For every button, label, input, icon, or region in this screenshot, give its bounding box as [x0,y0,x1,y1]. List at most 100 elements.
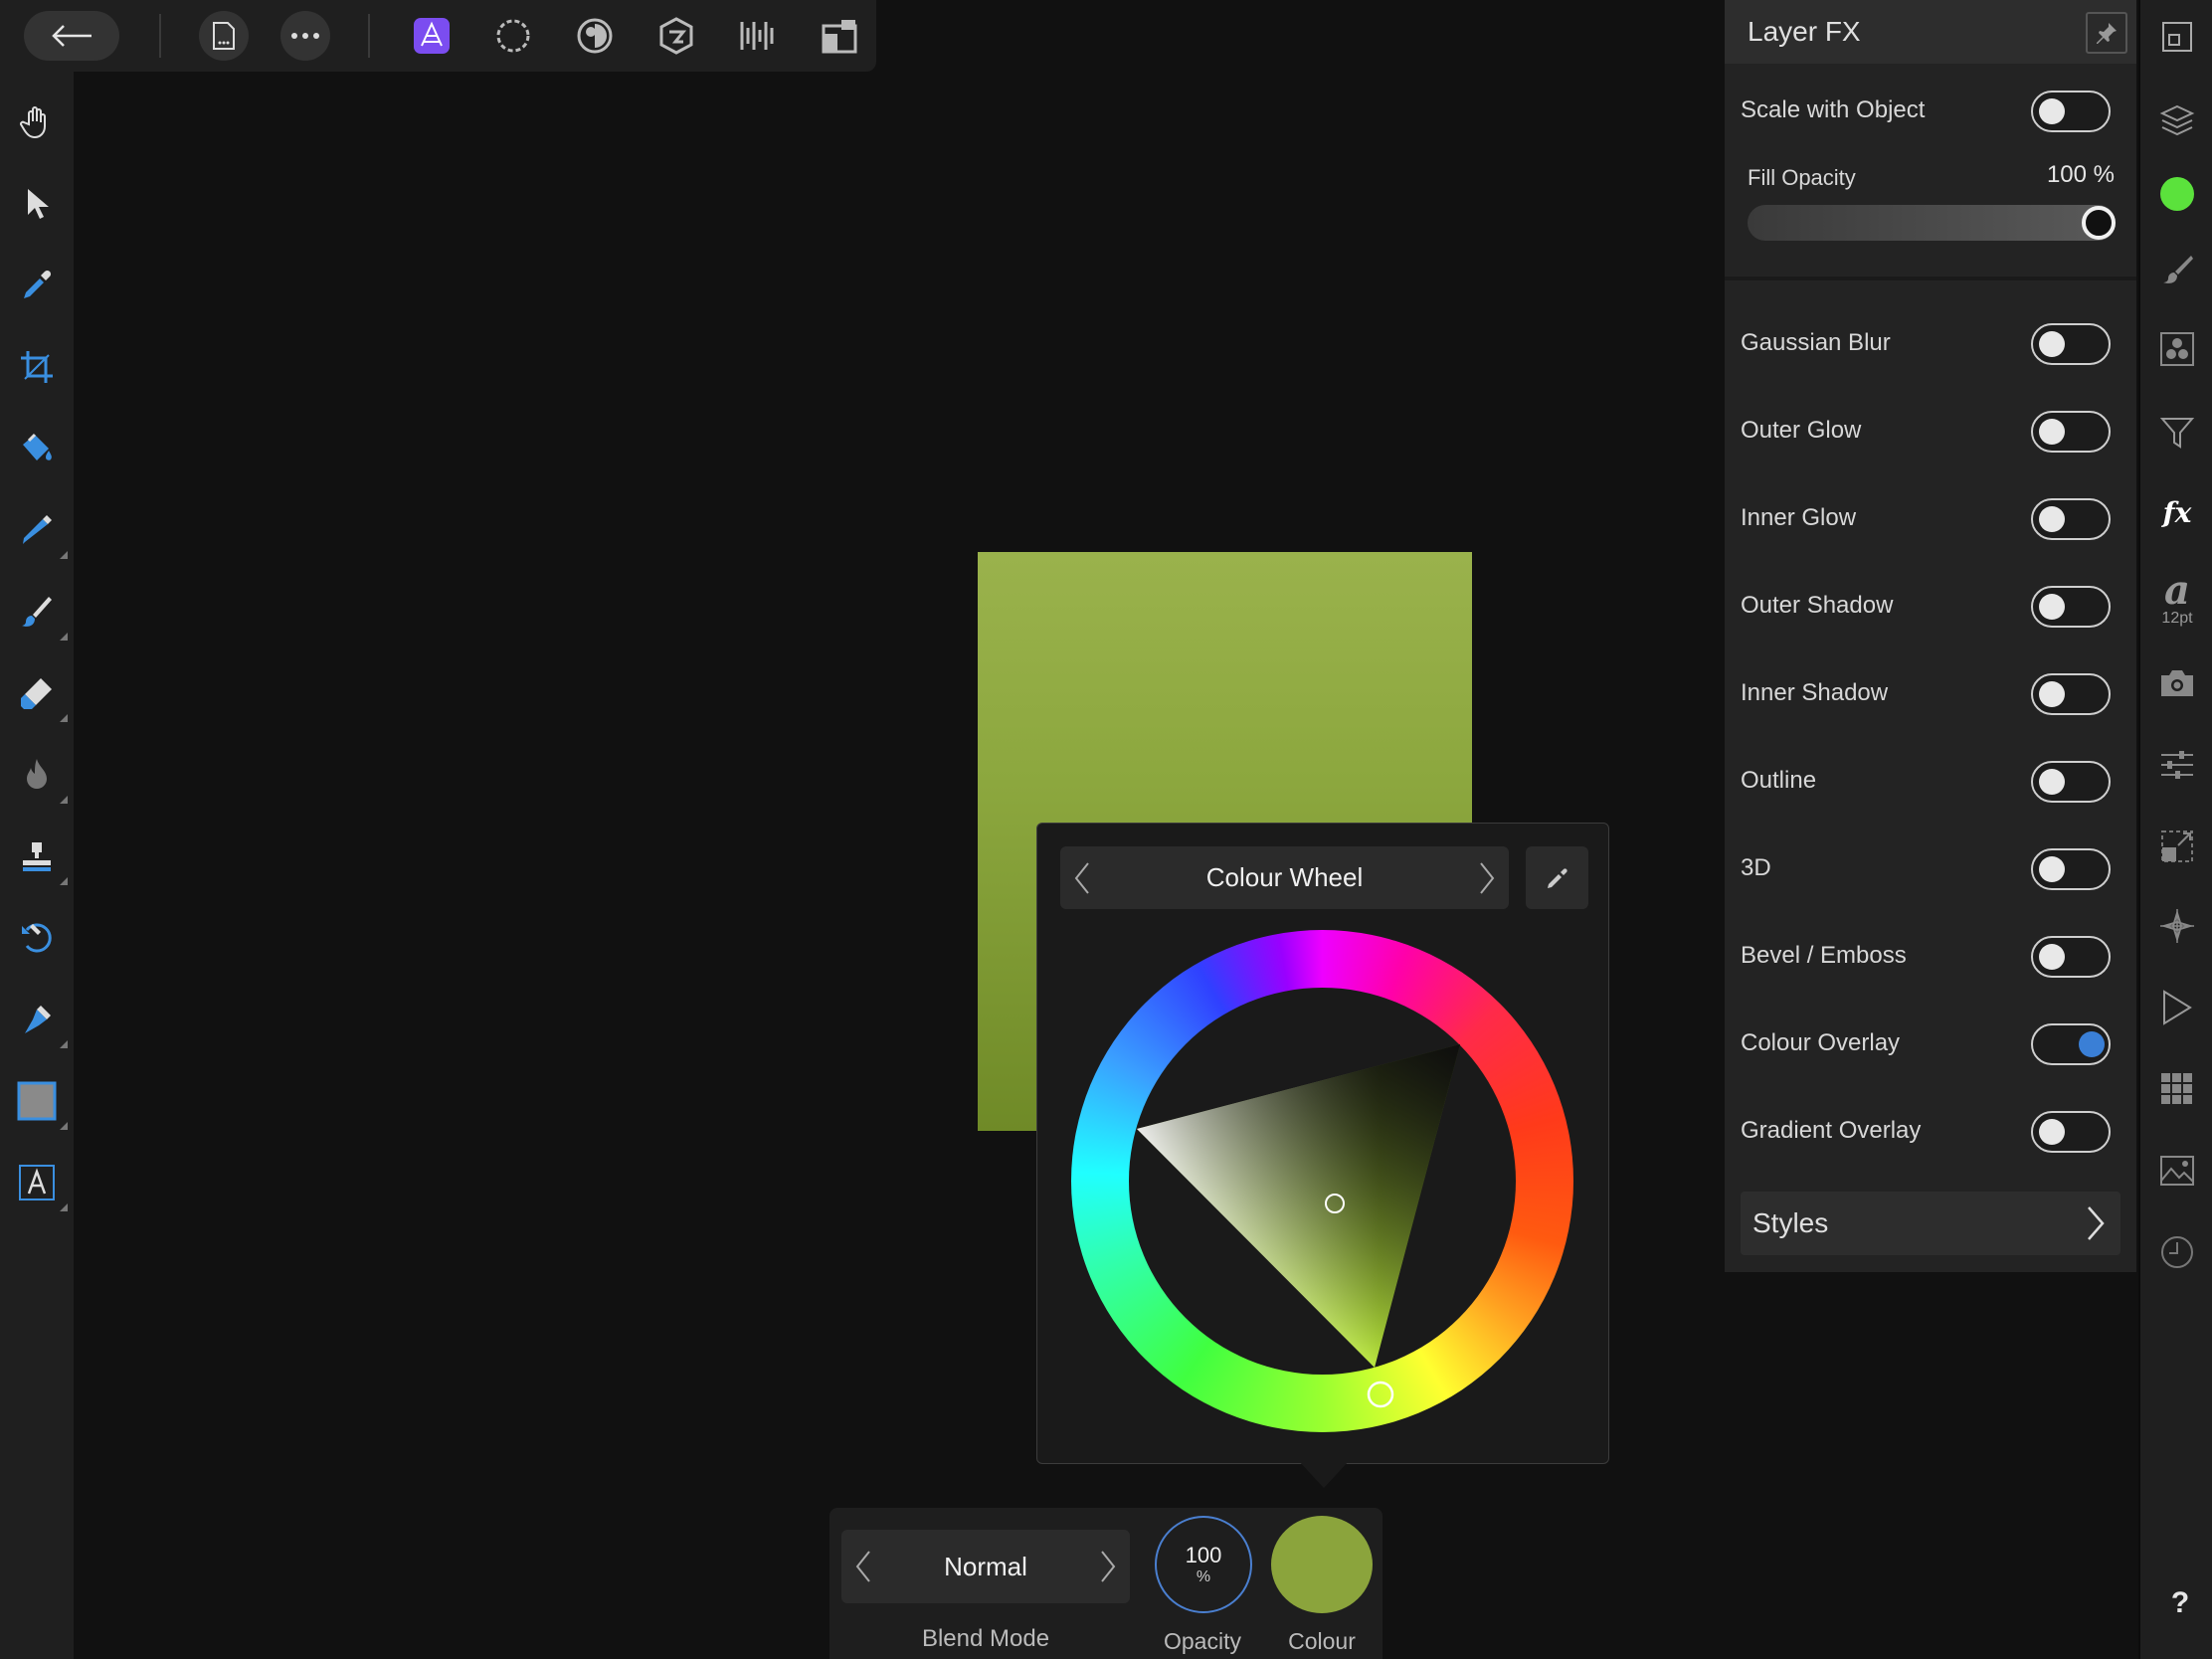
styles-label: Styles [1752,1207,1829,1238]
flood-fill-tool[interactable] [12,424,62,473]
undo-brush-tool[interactable] [12,913,62,963]
text-style-button[interactable]: a 12pt [2152,565,2202,635]
layers-button[interactable] [2152,95,2202,145]
history-button[interactable] [2152,1227,2202,1277]
colour-swatch-button[interactable] [1271,1516,1373,1613]
blend-mode-selector[interactable]: Normal [841,1530,1130,1603]
colour-picker-button[interactable] [1526,846,1588,909]
camera-icon [2161,670,2193,696]
inner-glow-toggle[interactable] [2031,498,2111,540]
fill-opacity-slider-handle[interactable] [2082,206,2116,240]
fx-icon: fx [2162,495,2192,529]
liquify-persona-button[interactable] [489,12,537,60]
adjustments-button[interactable] [2152,740,2202,790]
stock-button[interactable] [2152,1146,2202,1196]
tool-flyout-indicator [60,714,68,722]
selection-brush-tool[interactable] [12,505,68,559]
more-button[interactable] [280,11,330,61]
filter-button[interactable] [2152,408,2202,458]
rectangle-tool[interactable] [12,1076,68,1130]
text-tool[interactable] [12,1158,68,1211]
undo-brush-tool-icon [22,923,52,953]
navigator-button[interactable] [2152,12,2202,62]
liquify-persona-icon [496,19,530,53]
toggle-knob [2079,1031,2105,1057]
burn-brush-tool[interactable] [12,750,68,804]
text-style-icon: a [2164,567,2190,614]
saturation-value-triangle[interactable] [1071,930,1573,1432]
move-tool-icon [28,189,49,219]
snapping-button[interactable] [2152,901,2202,951]
layers-icon [2159,104,2195,136]
colour-mode-selector[interactable]: Colour Wheel [1060,846,1509,909]
adjustments-icon [2161,751,2193,779]
toggle-knob [2039,856,2065,882]
navigator-icon [2162,22,2192,52]
scale-with-object-toggle[interactable] [2031,91,2111,132]
bevel-emboss-label: Bevel / Emboss [1741,942,1907,969]
brushes-icon [2163,256,2193,283]
crop-tool[interactable] [12,342,62,392]
erase-brush-tool[interactable] [12,668,68,722]
gaussian-blur-toggle[interactable] [2031,323,2111,365]
styles-button[interactable]: Styles [1741,1192,2120,1255]
paint-brush-tool[interactable] [12,587,68,641]
export-persona-button[interactable] [734,12,782,60]
gradient-overlay-toggle[interactable] [2031,1111,2111,1153]
back-button[interactable] [24,11,119,61]
hand-tool[interactable] [12,97,62,147]
text-tool-icon [19,1165,55,1200]
outer-shadow-toggle[interactable] [2031,586,2111,628]
colour-button[interactable] [2152,169,2202,219]
document-button[interactable] [199,11,249,61]
layer-fx-button[interactable]: fx [2152,487,2202,537]
clone-brush-tool[interactable] [12,831,68,885]
transform-icon [2161,830,2193,862]
develop-persona-button[interactable] [571,12,619,60]
paint-brush-tool-icon [22,597,52,627]
macro-button[interactable] [2152,983,2202,1032]
bevel-emboss-toggle[interactable] [2031,936,2111,978]
tools-panel [0,72,74,1659]
photo-persona-icon [414,18,450,54]
tool-flyout-indicator [60,796,68,804]
outer-glow-toggle[interactable] [2031,411,2111,453]
image-icon [2160,1156,2194,1186]
brushes-button[interactable] [2152,245,2202,294]
opacity-control[interactable]: 100 % [1155,1516,1252,1613]
pen-tool[interactable] [12,995,68,1048]
tool-flyout-indicator [60,633,68,641]
pin-panel-button[interactable] [2086,12,2127,54]
next-blend-mode-button[interactable] [1100,1530,1116,1603]
erase-brush-tool-icon [21,678,52,709]
gaussian-blur-label: Gaussian Blur [1741,329,1891,356]
fill-opacity-slider[interactable] [1748,205,2116,241]
filter-icon [2159,418,2195,449]
panel-divider [1725,276,2136,280]
develop-persona-icon [577,18,613,54]
hue-handle[interactable] [1367,1381,1394,1408]
export-persona-icon [740,22,774,50]
transform-button[interactable] [2152,822,2202,871]
camera-button[interactable] [2152,658,2202,708]
inner-shadow-label: Inner Shadow [1741,679,1889,706]
inner-shadow-toggle[interactable] [2031,673,2111,715]
colour-overlay-toggle[interactable] [2031,1023,2111,1065]
library-button[interactable] [2152,1064,2202,1114]
help-button[interactable]: ? [2160,1586,2200,1620]
triangle-black-overlay [1137,1044,1460,1368]
move-tool[interactable] [12,179,62,229]
tone-mapping-persona-button[interactable] [652,12,700,60]
channels-icon [2160,332,2194,366]
photo-persona-button[interactable] [408,12,456,60]
document-icon [213,22,235,50]
outline-toggle[interactable] [2031,761,2111,803]
color-picker-tool[interactable] [12,261,62,310]
channels-button[interactable] [2152,324,2202,374]
3d-toggle[interactable] [2031,848,2111,890]
snapping-icon [2160,909,2194,943]
opacity-caption: Opacity [1164,1628,1241,1654]
next-mode-button[interactable] [1479,846,1495,909]
view-mode-button[interactable] [816,12,863,60]
tone-mapping-persona-icon [659,17,693,55]
